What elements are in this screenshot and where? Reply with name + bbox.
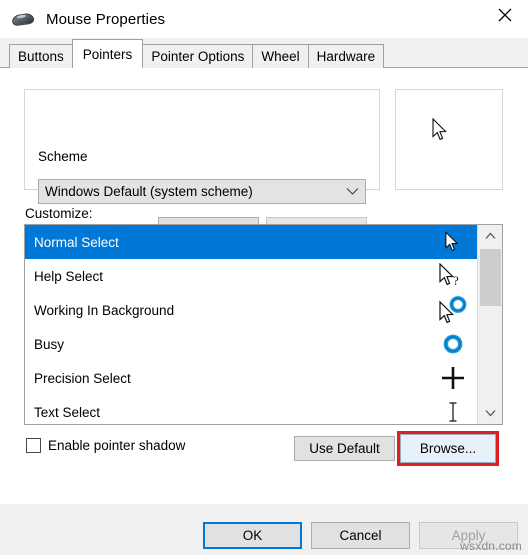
list-item[interactable]: Precision Select xyxy=(25,361,477,395)
pointer-customize-list[interactable]: Normal Select Help Select ? Working In B… xyxy=(24,224,503,425)
scrollbar-thumb[interactable] xyxy=(480,249,501,306)
dialog-footer: OK Cancel Apply wsxdn.com xyxy=(0,504,528,555)
arrow-question-cursor-icon: ? xyxy=(437,261,469,291)
scheme-groupbox xyxy=(24,89,380,190)
browse-button-highlight: Browse... xyxy=(397,431,499,466)
chevron-up-icon[interactable] xyxy=(478,225,502,247)
tab-label: Buttons xyxy=(18,49,64,64)
chevron-down-icon xyxy=(339,180,365,203)
arrow-cursor-icon xyxy=(437,227,469,257)
window-title: Mouse Properties xyxy=(46,10,166,28)
customize-label: Customize: xyxy=(25,206,93,221)
list-scrollbar[interactable] xyxy=(477,225,502,424)
tab-pointer-options[interactable]: Pointer Options xyxy=(142,44,254,68)
scheme-combobox[interactable]: Windows Default (system scheme) xyxy=(38,179,366,204)
cancel-button[interactable]: Cancel xyxy=(311,522,410,549)
title-bar: Mouse Properties xyxy=(0,0,528,38)
mouse-properties-dialog: Mouse Properties Buttons Pointers Pointe… xyxy=(0,0,528,555)
enable-pointer-shadow-checkbox[interactable]: Enable pointer shadow xyxy=(26,438,185,453)
scheme-combobox-value: Windows Default (system scheme) xyxy=(45,184,253,199)
list-item-label: Help Select xyxy=(34,268,104,284)
browse-button[interactable]: Browse... xyxy=(400,434,496,463)
svg-text:?: ? xyxy=(453,273,459,288)
tab-hardware[interactable]: Hardware xyxy=(307,44,385,68)
tab-buttons[interactable]: Buttons xyxy=(9,44,73,68)
ring-cursor-icon xyxy=(437,329,469,359)
pointer-preview-pane xyxy=(395,89,503,190)
tab-label: Hardware xyxy=(316,49,376,64)
normal-select-cursor-icon xyxy=(432,117,450,148)
list-item-label: Busy xyxy=(34,336,65,352)
mouse-icon xyxy=(10,11,38,27)
list-item-label: Precision Select xyxy=(34,370,131,386)
ibeam-cursor-icon xyxy=(437,397,469,424)
tab-strip: Buttons Pointers Pointer Options Wheel H… xyxy=(0,38,528,68)
tab-pointers[interactable]: Pointers xyxy=(71,39,144,68)
checkbox-label: Enable pointer shadow xyxy=(48,438,186,453)
close-icon[interactable] xyxy=(482,0,528,30)
use-default-label: Use Default xyxy=(309,441,380,456)
list-item[interactable]: Busy xyxy=(25,327,477,361)
tab-label: Pointer Options xyxy=(151,49,245,64)
chevron-down-icon[interactable] xyxy=(478,402,502,424)
checkbox-box xyxy=(26,438,41,453)
ok-label: OK xyxy=(242,528,263,543)
cancel-label: Cancel xyxy=(339,528,382,543)
list-item[interactable]: Text Select xyxy=(25,395,477,424)
use-default-button[interactable]: Use Default xyxy=(294,436,395,461)
list-item[interactable]: Help Select ? xyxy=(25,259,477,293)
watermark: wsxdn.com xyxy=(460,539,522,553)
list-item[interactable]: Normal Select xyxy=(25,225,477,259)
list-item-label: Working In Background xyxy=(34,302,175,318)
tab-wheel[interactable]: Wheel xyxy=(252,44,309,68)
list-item[interactable]: Working In Background xyxy=(25,293,477,327)
list-item-label: Text Select xyxy=(34,404,101,420)
pointers-tab-panel: Scheme Windows Default (system scheme) S… xyxy=(0,68,528,504)
browse-label: Browse... xyxy=(419,441,477,456)
scheme-group-legend: Scheme xyxy=(34,149,92,164)
crosshair-cursor-icon xyxy=(437,363,469,393)
list-item-label: Normal Select xyxy=(34,234,119,250)
tab-label: Wheel xyxy=(261,49,300,64)
ok-button[interactable]: OK xyxy=(203,522,302,549)
arrow-ring-cursor-icon xyxy=(437,295,469,325)
tab-label: Pointers xyxy=(82,46,133,62)
